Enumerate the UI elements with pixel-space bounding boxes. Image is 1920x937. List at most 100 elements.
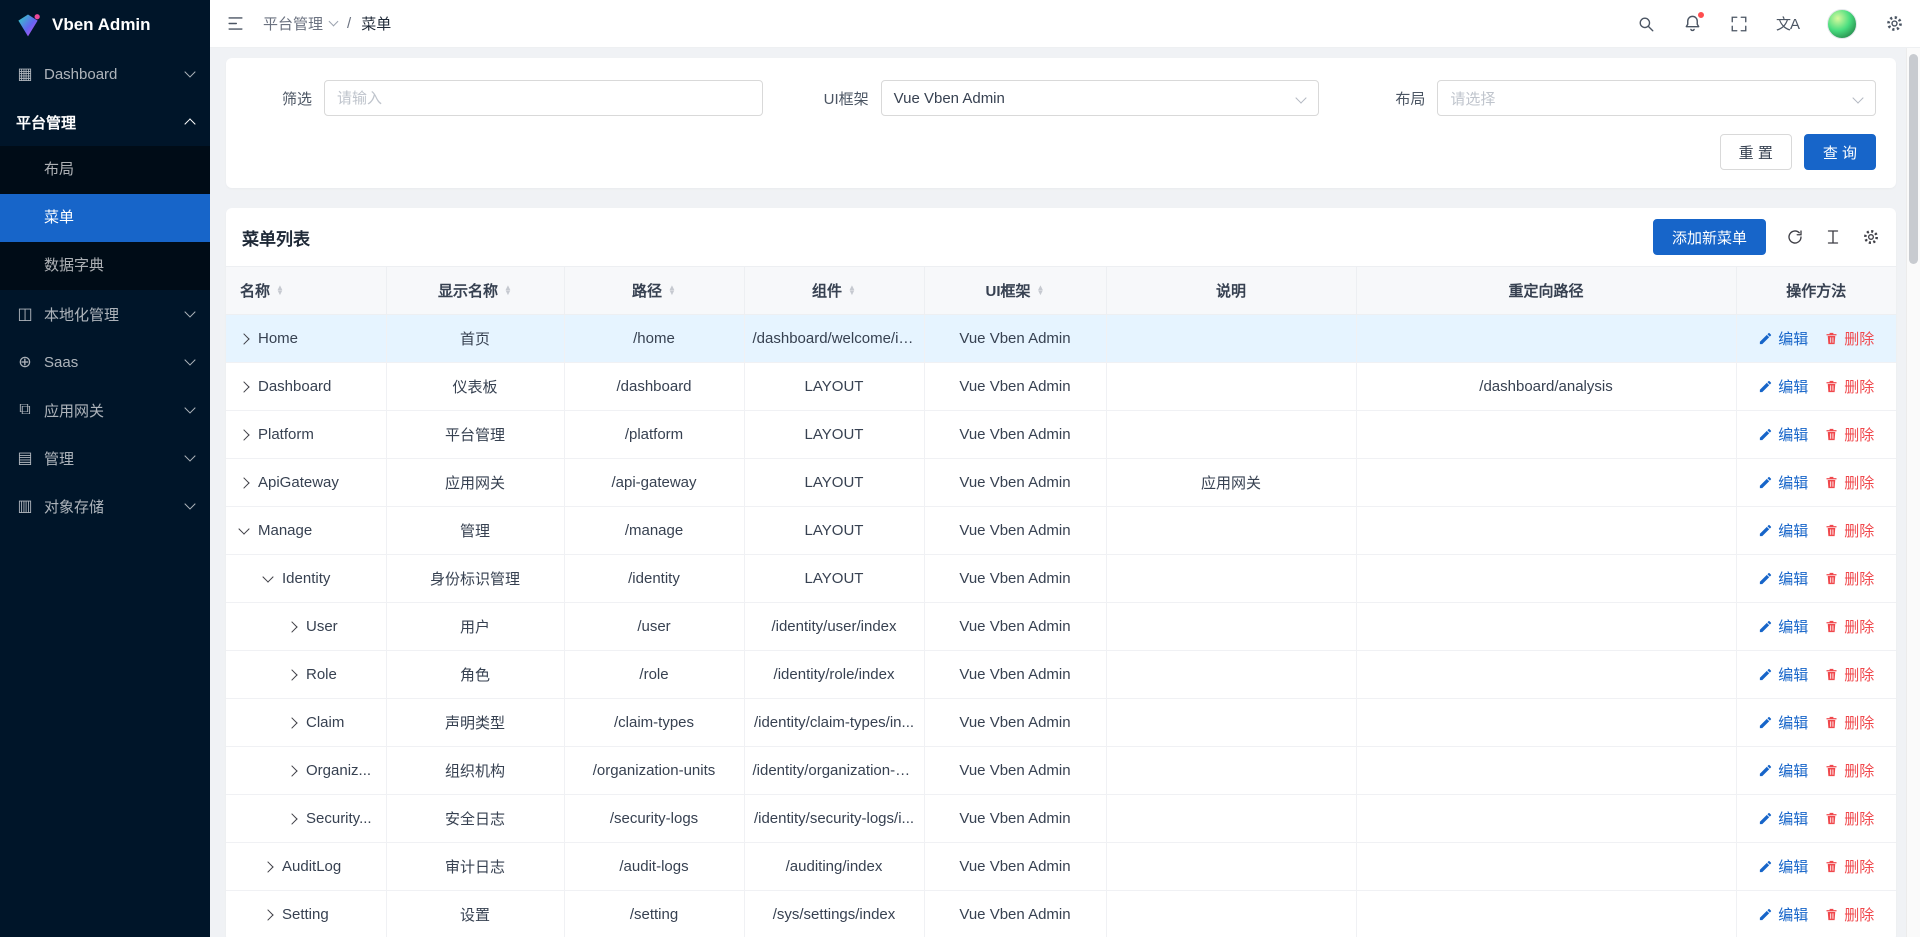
sidebar-item-label: 平台管理	[16, 112, 176, 133]
edit-button[interactable]: 编辑	[1758, 376, 1808, 397]
cell-ui-framework: Vue Vben Admin	[924, 411, 1106, 459]
delete-button[interactable]: 删除	[1824, 904, 1874, 925]
chevron-right-icon[interactable]	[286, 717, 297, 728]
edit-button[interactable]: 编辑	[1758, 328, 1808, 349]
chevron-right-icon[interactable]	[238, 477, 249, 488]
delete-button[interactable]: 删除	[1824, 664, 1874, 685]
edit-button[interactable]: 编辑	[1758, 472, 1808, 493]
settings-icon[interactable]	[1862, 228, 1880, 246]
settings-icon[interactable]	[1885, 14, 1904, 33]
delete-button[interactable]: 删除	[1824, 520, 1874, 541]
chevron-right-icon[interactable]	[262, 909, 273, 920]
dashboard-icon: ▦	[16, 64, 34, 84]
delete-button[interactable]: 删除	[1824, 616, 1874, 637]
sort-caret-icon[interactable]: ▲▼	[848, 286, 856, 296]
delete-button[interactable]: 删除	[1824, 472, 1874, 493]
chevron-right-icon[interactable]	[286, 813, 297, 824]
table-row[interactable]: User用户/user/identity/user/indexVue Vben …	[226, 603, 1896, 651]
column-header-4[interactable]: UI框架▲▼	[924, 267, 1106, 315]
sort-caret-icon[interactable]: ▲▼	[276, 286, 284, 296]
column-header-0[interactable]: 名称▲▼	[226, 267, 386, 315]
delete-button[interactable]: 删除	[1824, 568, 1874, 589]
scrollbar-thumb[interactable]	[1909, 54, 1918, 264]
sidebar-item-dashboard[interactable]: ▦Dashboard	[0, 50, 210, 98]
layout-select[interactable]: 请选择	[1437, 80, 1876, 116]
chevron-down-icon[interactable]	[238, 523, 249, 534]
add-menu-button[interactable]: 添加新菜单	[1653, 219, 1766, 255]
filter-input[interactable]	[325, 81, 762, 115]
table-row[interactable]: ApiGateway应用网关/api-gatewayLAYOUTVue Vben…	[226, 459, 1896, 507]
sort-caret-icon[interactable]: ▲▼	[668, 286, 676, 296]
table-row[interactable]: Dashboard仪表板/dashboardLAYOUTVue Vben Adm…	[226, 363, 1896, 411]
reset-button[interactable]: 重 置	[1720, 134, 1792, 170]
sidebar-subitem-menu[interactable]: 菜单	[0, 194, 210, 242]
chevron-right-icon[interactable]	[238, 333, 249, 344]
sidebar-item-platform[interactable]: 平台管理	[0, 98, 210, 146]
search-icon[interactable]	[1637, 15, 1655, 33]
table-row[interactable]: AuditLog审计日志/audit-logs/auditing/indexVu…	[226, 843, 1896, 891]
cell-path: /home	[564, 315, 744, 363]
column-header-3[interactable]: 组件▲▼	[744, 267, 924, 315]
chevron-right-icon[interactable]	[286, 669, 297, 680]
edit-button[interactable]: 编辑	[1758, 664, 1808, 685]
delete-button[interactable]: 删除	[1824, 328, 1874, 349]
chevron-right-icon[interactable]	[238, 429, 249, 440]
scrollbar[interactable]	[1906, 48, 1920, 937]
table-row[interactable]: Claim声明类型/claim-types/identity/claim-typ…	[226, 699, 1896, 747]
sidebar-item-saas[interactable]: ⊕Saas	[0, 338, 210, 386]
sidebar-item-label: Saas	[44, 354, 176, 371]
menu-fold-icon[interactable]	[226, 14, 245, 33]
table-row[interactable]: Home首页/home/dashboard/welcome/in...Vue V…	[226, 315, 1896, 363]
sidebar-item-manage[interactable]: ▤管理	[0, 434, 210, 482]
user-avatar[interactable]	[1827, 9, 1857, 39]
table-row[interactable]: Setting设置/setting/sys/settings/indexVue …	[226, 891, 1896, 937]
ui-framework-select[interactable]: Vue Vben Admin	[881, 80, 1320, 116]
chevron-right-icon[interactable]	[238, 381, 249, 392]
sidebar-item-storage[interactable]: ▥对象存储	[0, 482, 210, 530]
edit-button[interactable]: 编辑	[1758, 424, 1808, 445]
row-height-icon[interactable]	[1824, 228, 1842, 246]
delete-button[interactable]: 删除	[1824, 808, 1874, 829]
delete-button[interactable]: 删除	[1824, 424, 1874, 445]
edit-button[interactable]: 编辑	[1758, 904, 1808, 925]
column-header-2[interactable]: 路径▲▼	[564, 267, 744, 315]
table-row[interactable]: Security...安全日志/security-logs/identity/s…	[226, 795, 1896, 843]
fullscreen-icon[interactable]	[1730, 15, 1748, 33]
sidebar-subitem-layout[interactable]: 布局	[0, 146, 210, 194]
column-header-1[interactable]: 显示名称▲▼	[386, 267, 564, 315]
search-button[interactable]: 查 询	[1804, 134, 1876, 170]
edit-button[interactable]: 编辑	[1758, 568, 1808, 589]
edit-button[interactable]: 编辑	[1758, 760, 1808, 781]
edit-button[interactable]: 编辑	[1758, 712, 1808, 733]
edit-button[interactable]: 编辑	[1758, 808, 1808, 829]
cell-description	[1106, 363, 1356, 411]
table-row[interactable]: Manage管理/manageLAYOUTVue Vben Admin编辑删除	[226, 507, 1896, 555]
edit-button[interactable]: 编辑	[1758, 856, 1808, 877]
cell-name: Organiz...	[226, 747, 386, 795]
logo[interactable]: Vben Admin	[0, 0, 210, 50]
delete-button[interactable]: 删除	[1824, 856, 1874, 877]
chevron-right-icon[interactable]	[262, 861, 273, 872]
cell-path: /api-gateway	[564, 459, 744, 507]
table-row[interactable]: Platform平台管理/platformLAYOUTVue Vben Admi…	[226, 411, 1896, 459]
delete-button[interactable]: 删除	[1824, 712, 1874, 733]
chevron-right-icon[interactable]	[286, 621, 297, 632]
sidebar-subitem-dict[interactable]: 数据字典	[0, 242, 210, 290]
sort-caret-icon[interactable]: ▲▼	[1037, 286, 1045, 296]
table-row[interactable]: Role角色/role/identity/role/indexVue Vben …	[226, 651, 1896, 699]
table-row[interactable]: Identity身份标识管理/identityLAYOUTVue Vben Ad…	[226, 555, 1896, 603]
delete-button[interactable]: 删除	[1824, 376, 1874, 397]
refresh-icon[interactable]	[1786, 228, 1804, 246]
sort-caret-icon[interactable]: ▲▼	[504, 286, 512, 296]
translate-icon[interactable]: 文A	[1776, 13, 1799, 34]
chevron-right-icon[interactable]	[286, 765, 297, 776]
breadcrumb-parent[interactable]: 平台管理	[263, 13, 337, 34]
delete-button[interactable]: 删除	[1824, 760, 1874, 781]
edit-button[interactable]: 编辑	[1758, 520, 1808, 541]
bell-icon[interactable]	[1683, 14, 1702, 33]
edit-button[interactable]: 编辑	[1758, 616, 1808, 637]
table-row[interactable]: Organiz...组织机构/organization-units/identi…	[226, 747, 1896, 795]
chevron-down-icon[interactable]	[262, 571, 273, 582]
sidebar-item-gateway[interactable]: ⧉应用网关	[0, 386, 210, 434]
sidebar-item-localization[interactable]: ◫本地化管理	[0, 290, 210, 338]
